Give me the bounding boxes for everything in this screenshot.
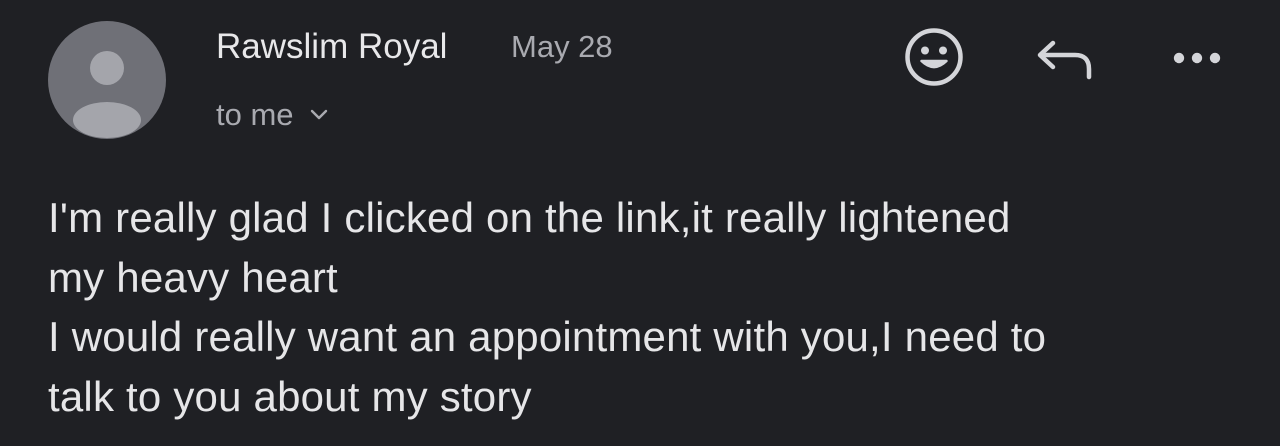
reply-icon — [1037, 40, 1092, 80]
person-icon — [73, 51, 141, 138]
body-line: my heavy heart — [48, 253, 338, 301]
reply-button[interactable] — [1032, 30, 1098, 86]
body-line: talk to you about my story — [48, 372, 532, 420]
more-options-button[interactable] — [1165, 40, 1229, 76]
recipient-label: to me — [216, 97, 294, 132]
email-header: Rawslim Royal May 28 to me — [0, 0, 1280, 170]
body-line: I would really want an appointment with … — [48, 313, 1047, 360]
email-date: May 28 — [511, 29, 613, 64]
sender-name[interactable]: Rawslim Royal — [216, 25, 447, 69]
more-horizontal-icon — [1173, 52, 1221, 64]
add-reaction-button[interactable] — [900, 25, 968, 89]
body-line: I'm really glad I clicked on the link,it… — [48, 194, 1011, 241]
chevron-down-icon — [310, 109, 327, 120]
email-body: I'm really glad I clicked on the link,it… — [48, 188, 1248, 426]
avatar[interactable] — [48, 21, 166, 139]
smiley-icon — [905, 28, 963, 86]
recipient-details-toggle[interactable]: to me — [216, 95, 328, 135]
